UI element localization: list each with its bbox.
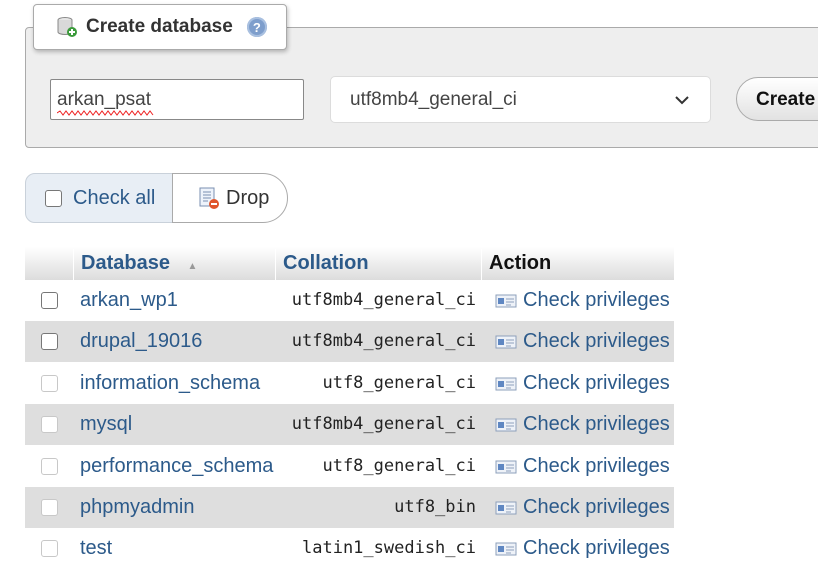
check-privileges-icon xyxy=(495,377,517,390)
table-row: drupal_19016 utf8mb4_general_ci Check priv… xyxy=(25,321,674,362)
database-name-link[interactable]: performance_schema xyxy=(80,446,273,487)
check-privileges-link[interactable]: Check privileges xyxy=(495,487,670,528)
database-add-icon xyxy=(56,16,78,38)
table-row: performance_schema utf8_general_ci Check p… xyxy=(25,446,674,487)
check-privileges-label: Check privileges xyxy=(523,496,670,518)
help-icon[interactable]: ? xyxy=(246,17,267,37)
collation-select[interactable]: utf8mb4_general_ci xyxy=(330,76,711,123)
check-privileges-label: Check privileges xyxy=(523,330,670,352)
database-collation: utf8mb4_general_ci xyxy=(291,331,476,351)
check-all-toggle[interactable]: Check all xyxy=(25,173,174,223)
row-checkbox[interactable] xyxy=(41,416,58,433)
create-button[interactable]: Create xyxy=(736,77,818,121)
check-privileges-link[interactable]: Check privileges xyxy=(495,446,670,487)
column-header-action: Action xyxy=(489,252,552,274)
sort-ascending-icon: ▲ xyxy=(187,261,198,272)
database-collation: latin1_swedish_ci xyxy=(302,538,476,558)
create-database-title: Create database xyxy=(86,16,233,37)
drop-label: Drop xyxy=(226,186,270,209)
check-privileges-label: Check privileges xyxy=(523,455,670,477)
check-privileges-label: Check privileges xyxy=(523,413,670,435)
table-row: mysql utf8mb4_general_ci Check privileges xyxy=(25,404,674,445)
drop-button[interactable]: Drop xyxy=(172,173,288,223)
database-collation: utf8mb4_general_ci xyxy=(291,414,476,434)
collation-select-value: utf8mb4_general_ci xyxy=(350,88,517,110)
table-row: test latin1_swedish_ci Check privileges xyxy=(25,528,674,569)
check-privileges-icon xyxy=(495,501,517,514)
column-header-collation[interactable]: Collation xyxy=(283,247,369,280)
table-header: Database ▲ Collation Action xyxy=(25,247,674,280)
row-checkbox[interactable] xyxy=(41,375,58,392)
database-name-link[interactable]: information_schema xyxy=(80,363,260,404)
database-collation: utf8_general_ci xyxy=(322,456,476,476)
row-checkbox[interactable] xyxy=(41,499,58,516)
create-database-legend: Create database ? xyxy=(33,4,287,50)
check-privileges-link[interactable]: Check privileges xyxy=(495,321,670,362)
row-checkbox[interactable] xyxy=(41,292,58,309)
check-privileges-label: Check privileges xyxy=(523,372,670,394)
spellcheck-underline xyxy=(57,110,154,116)
database-collation: utf8_general_ci xyxy=(322,373,476,393)
check-privileges-label: Check privileges xyxy=(523,289,670,311)
database-name-link[interactable]: test xyxy=(80,528,112,569)
chevron-down-icon xyxy=(675,96,689,105)
row-checkbox[interactable] xyxy=(41,333,58,350)
check-all-checkbox[interactable] xyxy=(45,189,62,207)
check-privileges-icon xyxy=(495,335,517,348)
database-name-link[interactable]: mysql xyxy=(80,404,132,445)
database-collation: utf8_bin xyxy=(394,497,476,517)
check-privileges-link[interactable]: Check privileges xyxy=(495,404,670,445)
database-name-link[interactable]: drupal_19016 xyxy=(80,321,202,362)
check-privileges-icon xyxy=(495,294,517,307)
table-row: information_schema utf8_general_ci Check p… xyxy=(25,363,674,404)
database-name-link[interactable]: arkan_wp1 xyxy=(80,280,178,321)
row-checkbox[interactable] xyxy=(41,540,58,557)
check-privileges-label: Check privileges xyxy=(523,537,670,559)
check-privileges-link[interactable]: Check privileges xyxy=(495,363,670,404)
check-privileges-icon xyxy=(495,460,517,473)
check-privileges-icon xyxy=(495,418,517,431)
check-all-label: Check all xyxy=(73,186,156,209)
column-header-database[interactable]: Database ▲ xyxy=(81,247,197,280)
table-row: arkan_wp1 utf8mb4_general_ci Check privile… xyxy=(25,280,674,321)
check-privileges-link[interactable]: Check privileges xyxy=(495,280,670,321)
database-name-link[interactable]: phpmyadmin xyxy=(80,487,195,528)
check-privileges-link[interactable]: Check privileges xyxy=(495,528,670,569)
row-checkbox[interactable] xyxy=(41,458,58,475)
database-collation: utf8mb4_general_ci xyxy=(291,290,476,310)
drop-icon xyxy=(199,187,219,209)
table-row: phpmyadmin utf8_bin Check privileges xyxy=(25,487,674,528)
check-privileges-icon xyxy=(495,542,517,555)
